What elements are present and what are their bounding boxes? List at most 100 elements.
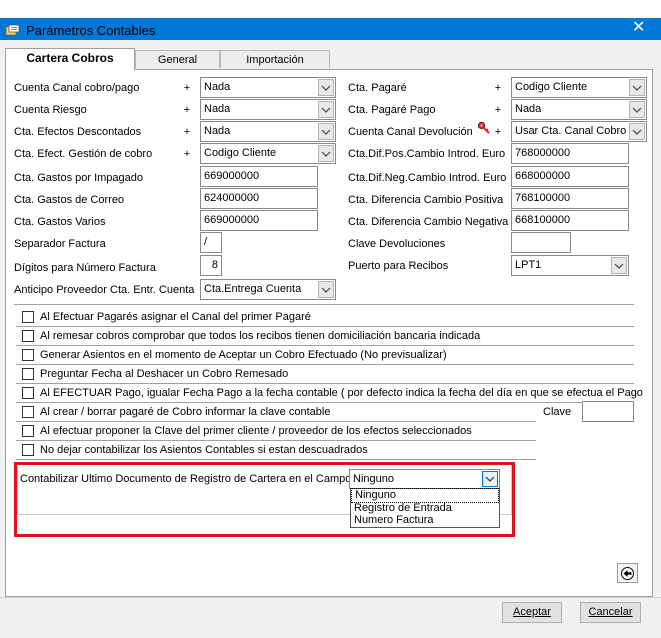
input-gastos-correo[interactable]: 624000000	[200, 188, 318, 209]
input-dif-neg-euro[interactable]: 668000000	[511, 166, 629, 187]
dropdown-option-numero-factura[interactable]: Numero Factura	[351, 514, 499, 527]
dropdown-option-ninguno[interactable]: Ninguno	[351, 488, 499, 503]
input-digitos-factura[interactable]: 8	[200, 255, 222, 276]
label-gastos-correo: Cta. Gastos de Correo	[14, 194, 125, 206]
chevron-down-icon[interactable]	[629, 123, 645, 140]
contabilizar-dropdown-list: Ninguno Registro de Entrada Numero Factu…	[350, 488, 500, 528]
close-icon[interactable]: ✕	[632, 20, 645, 36]
label-cuenta-canal: Cuenta Canal cobro/pago	[14, 82, 140, 94]
label-clave: Clave	[543, 406, 572, 418]
plus-sign: +	[183, 82, 191, 94]
plus-sign: +	[183, 104, 191, 116]
combo-cta-pagare[interactable]: Codigo Cliente	[511, 77, 647, 98]
cancel-label: Cancelar	[588, 606, 633, 618]
accept-button[interactable]: Aceptar	[502, 602, 562, 623]
checkbox-label: No dejar contabilizar los Asientos Conta…	[40, 444, 368, 456]
input-gastos-impagado[interactable]: 669000000	[200, 166, 318, 187]
combo-anticipo-proveedor[interactable]: Cta.Entrega Cuenta	[200, 279, 336, 300]
checkbox-label: Al EFECTUAR Pago, igualar Fecha Pago a l…	[40, 387, 643, 399]
label-gestion-cobro: Cta. Efect. Gestión de cobro	[14, 148, 153, 160]
label-cta-pagare: Cta. Pagaré	[348, 82, 407, 94]
app-icon	[6, 25, 20, 36]
label-cuenta-riesgo: Cuenta Riesgo	[14, 104, 87, 116]
label-puerto-recibos: Puerto para Recibos	[348, 260, 449, 272]
chevron-down-icon[interactable]	[482, 471, 498, 487]
row-divider	[16, 459, 536, 460]
label-efectos-descontados: Cta. Efectos Descontados	[14, 126, 142, 138]
tab-general[interactable]: General	[135, 50, 220, 68]
label-separador-factura: Separador Factura	[14, 238, 106, 250]
tab-cartera-cobros[interactable]: Cartera Cobros	[5, 48, 135, 70]
chevron-down-icon[interactable]	[629, 101, 645, 118]
label-gastos-varios: Cta. Gastos Varios	[14, 216, 106, 228]
chevron-down-icon[interactable]	[318, 101, 334, 118]
label-cta-pagare-pago: Cta. Pagaré Pago	[348, 104, 436, 116]
plus-sign: +	[183, 148, 191, 160]
label-gastos-impagado: Cta. Gastos por Impagado	[14, 172, 144, 184]
input-clave-devoluciones[interactable]	[511, 232, 571, 253]
back-button[interactable]	[617, 563, 638, 583]
combo-cuenta-canal[interactable]: Nada	[200, 77, 336, 98]
back-arrow-icon	[621, 566, 634, 580]
chevron-down-icon[interactable]	[629, 79, 645, 96]
label-dif-cambio-negativa: Cta. Diferencia Cambio Negativa	[348, 216, 509, 228]
input-separador-factura[interactable]: /	[200, 232, 222, 253]
combo-cta-pagare-pago[interactable]: Nada	[511, 99, 647, 120]
checkbox[interactable]	[22, 349, 34, 361]
option-row: Al crear / borrar pagaré de Cobro inform…	[14, 401, 634, 422]
input-dif-pos-euro[interactable]: 768000000	[511, 143, 629, 164]
checkbox[interactable]	[22, 330, 34, 342]
checkbox-label: Generar Asientos en el momento de Acepta…	[40, 349, 447, 361]
chevron-down-icon[interactable]	[318, 145, 334, 162]
label-anticipo-proveedor: Anticipo Proveedor Cta. Entr. Cuenta	[14, 284, 195, 296]
label-dif-neg-euro: Cta.Dif.Neg.Cambio Introd. Euro	[348, 172, 507, 184]
plus-sign: +	[183, 126, 191, 138]
chevron-down-icon[interactable]	[318, 123, 334, 140]
tab-importacion[interactable]: Importación	[220, 50, 330, 68]
label-dif-cambio-positiva: Cta. Diferencia Cambio Positiva	[348, 194, 504, 206]
checkbox[interactable]	[22, 406, 34, 418]
plus-sign: +	[494, 104, 502, 116]
combo-gestion-cobro[interactable]: Codigo Cliente	[200, 143, 336, 164]
checkbox-label: Al Efectuar Pagarés asignar el Canal del…	[40, 311, 311, 323]
label-dif-pos-euro: Cta.Dif.Pos.Cambio Introd. Euro	[348, 148, 506, 160]
combo-puerto-recibos[interactable]: LPT1	[511, 255, 629, 276]
dropdown-option-registro-entrada[interactable]: Registro de Entrada	[351, 502, 499, 515]
checkbox-label: Preguntar Fecha al Deshacer un Cobro Rem…	[40, 368, 289, 380]
plus-sign: +	[494, 82, 502, 94]
checkbox-label: Al crear / borrar pagaré de Cobro inform…	[40, 406, 331, 418]
input-gastos-varios[interactable]: 669000000	[200, 210, 318, 231]
input-dif-cambio-negativa[interactable]: 668100000	[511, 210, 629, 231]
option-row: Al remesar cobros comprobar que todos lo…	[14, 327, 634, 346]
red-key-icon[interactable]	[477, 121, 491, 135]
label-canal-devolucion: Cuenta Canal Devolución	[348, 126, 473, 138]
label-digitos-factura: Dígitos para Número Factura	[14, 262, 156, 274]
label-contabilizar: Contabilizar Ultimo Documento de Registr…	[20, 473, 355, 485]
combo-contabilizar[interactable]: Ninguno	[349, 469, 500, 489]
chevron-down-icon[interactable]	[318, 79, 334, 96]
checkbox[interactable]	[22, 444, 34, 456]
window-frame-top	[0, 0, 661, 18]
option-row: Preguntar Fecha al Deshacer un Cobro Rem…	[14, 365, 634, 384]
cancel-button[interactable]: Cancelar	[580, 602, 641, 623]
checkbox[interactable]	[22, 368, 34, 380]
options-group: Al Efectuar Pagarés asignar el Canal del…	[14, 306, 643, 460]
window-title: Parámetros Contables	[26, 23, 156, 38]
chevron-down-icon[interactable]	[611, 257, 627, 274]
input-dif-cambio-positiva[interactable]: 768100000	[511, 188, 629, 209]
option-row: Al efectuar proponer la Clave del primer…	[14, 422, 634, 441]
plus-sign: +	[494, 126, 502, 138]
checkbox-label: Al efectuar proponer la Clave del primer…	[40, 425, 472, 437]
checkbox[interactable]	[22, 387, 34, 399]
combo-canal-devolucion[interactable]: Usar Cta. Canal Cobro	[511, 121, 647, 142]
input-clave[interactable]	[582, 401, 634, 422]
option-row: Al EFECTUAR Pago, igualar Fecha Pago a l…	[14, 384, 643, 403]
chevron-down-icon[interactable]	[318, 281, 334, 298]
checkbox[interactable]	[22, 311, 34, 323]
options-separator	[14, 304, 634, 305]
footer-separator	[0, 597, 661, 598]
combo-cuenta-riesgo[interactable]: Nada	[200, 99, 336, 120]
option-row: Generar Asientos en el momento de Acepta…	[14, 346, 634, 365]
combo-efectos-descontados[interactable]: Nada	[200, 121, 336, 142]
checkbox[interactable]	[22, 425, 34, 437]
